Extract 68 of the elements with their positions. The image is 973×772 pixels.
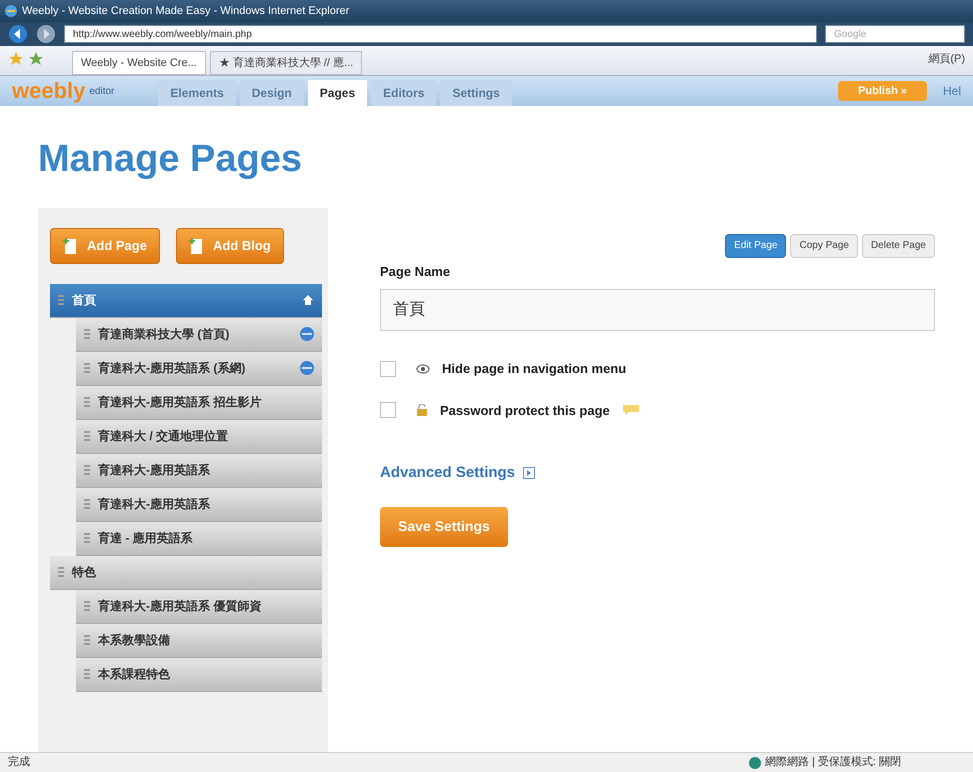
logo-subtitle: editor <box>89 84 114 98</box>
advanced-settings-link[interactable]: Advanced Settings <box>380 462 516 484</box>
page-title: 特色 <box>72 564 97 581</box>
browser-logo-icon <box>4 4 18 18</box>
page-item[interactable]: 育達科大 / 交通地理位置 <box>76 420 322 454</box>
drag-handle-icon[interactable] <box>84 498 90 510</box>
logo: weebly <box>12 80 86 102</box>
home-icon <box>302 294 314 306</box>
zone-status: 網際網路 | 受保護模式: 關閉 <box>764 754 901 770</box>
lock-icon <box>416 404 428 416</box>
page-title: 育達科大 / 交通地理位置 <box>98 428 230 445</box>
page-title: 育達科大-應用英語系 優質師資 <box>98 598 262 615</box>
checkbox[interactable] <box>380 402 396 418</box>
back-button-icon[interactable] <box>8 24 28 44</box>
page-action-button[interactable]: Edit Page <box>725 234 786 258</box>
drag-handle-icon[interactable] <box>84 328 90 340</box>
drag-handle-icon[interactable] <box>58 566 64 578</box>
page-item[interactable]: 本系課程特色 <box>76 658 322 692</box>
speech-bubble-icon <box>622 404 640 416</box>
forward-button-icon[interactable] <box>36 24 56 44</box>
status-text: 完成 <box>8 754 31 770</box>
browser-tab[interactable]: ★ 育達商業科技大學 // 應... <box>210 51 362 75</box>
page-item[interactable]: 育達科大-應用英語系 <box>76 454 322 488</box>
nav-tab[interactable]: Pages <box>308 80 368 106</box>
page-item[interactable]: 育達科大-應用英語系 <box>76 488 322 522</box>
browser-tab[interactable]: Weebly - Website Cre... <box>72 51 206 75</box>
page-action-button[interactable]: Delete Page <box>862 234 935 258</box>
page-plus-icon <box>63 236 79 254</box>
page-title: 育達科大-應用英語系 <box>98 496 211 513</box>
page-item[interactable]: 育達科大-應用英語系 招生影片 <box>76 386 322 420</box>
window-title: Weebly - Website Creation Made Easy - Windows Internet Explorer <box>22 4 350 19</box>
page-title: 育達科大-應用英語系 <box>98 462 211 479</box>
page-title: 育達商業科技大學 (首頁) <box>98 326 230 343</box>
page-item[interactable]: 育達科大-應用英語系 (系網) <box>76 352 322 386</box>
page-title: 育達科大-應用英語系 (系網) <box>98 360 246 377</box>
drag-handle-icon[interactable] <box>84 600 90 612</box>
drag-handle-icon[interactable] <box>84 668 90 680</box>
option-label: Password protect this page <box>440 402 610 420</box>
drag-handle-icon[interactable] <box>84 634 90 646</box>
page-item[interactable]: 首頁 <box>50 284 322 318</box>
eye-icon <box>416 364 430 374</box>
page-item[interactable]: 特色 <box>50 556 322 590</box>
drag-handle-icon[interactable] <box>84 532 90 544</box>
page-action-button[interactable]: Copy Page <box>790 234 858 258</box>
page-plus-icon <box>188 236 205 254</box>
page-heading: Manage Pages <box>38 137 303 182</box>
option-label: Hide page in navigation menu <box>442 360 626 378</box>
add-favorite-icon[interactable] <box>28 51 44 67</box>
page-item[interactable]: 本系教學設備 <box>76 624 322 658</box>
drag-handle-icon[interactable] <box>84 396 90 408</box>
drag-handle-icon[interactable] <box>84 362 90 374</box>
page-title: 育達科大-應用英語系 招生影片 <box>98 394 262 411</box>
drag-handle-icon[interactable] <box>84 430 90 442</box>
drag-handle-icon[interactable] <box>58 294 64 306</box>
page-menu[interactable]: 網頁(P) <box>928 50 965 67</box>
checkbox[interactable] <box>380 360 396 377</box>
page-title: 本系教學設備 <box>98 632 171 649</box>
drag-handle-icon[interactable] <box>84 464 90 476</box>
page-name-field[interactable]: 首頁 <box>380 289 935 331</box>
address-field[interactable]: http://www.weebly.com/weebly/main.php <box>64 25 817 43</box>
page-item[interactable]: 育達科大-應用英語系 優質師資 <box>76 590 322 624</box>
page-item[interactable]: 育達 - 應用英語系 <box>76 522 322 556</box>
page-title: 本系課程特色 <box>98 666 171 683</box>
page-item[interactable]: 育達商業科技大學 (首頁) <box>76 318 322 352</box>
page-title: 育達 - 應用英語系 <box>98 530 194 547</box>
page-name-label: Page Name <box>380 262 452 281</box>
page-title: 首頁 <box>72 292 97 309</box>
favorites-star-icon[interactable] <box>8 51 24 67</box>
